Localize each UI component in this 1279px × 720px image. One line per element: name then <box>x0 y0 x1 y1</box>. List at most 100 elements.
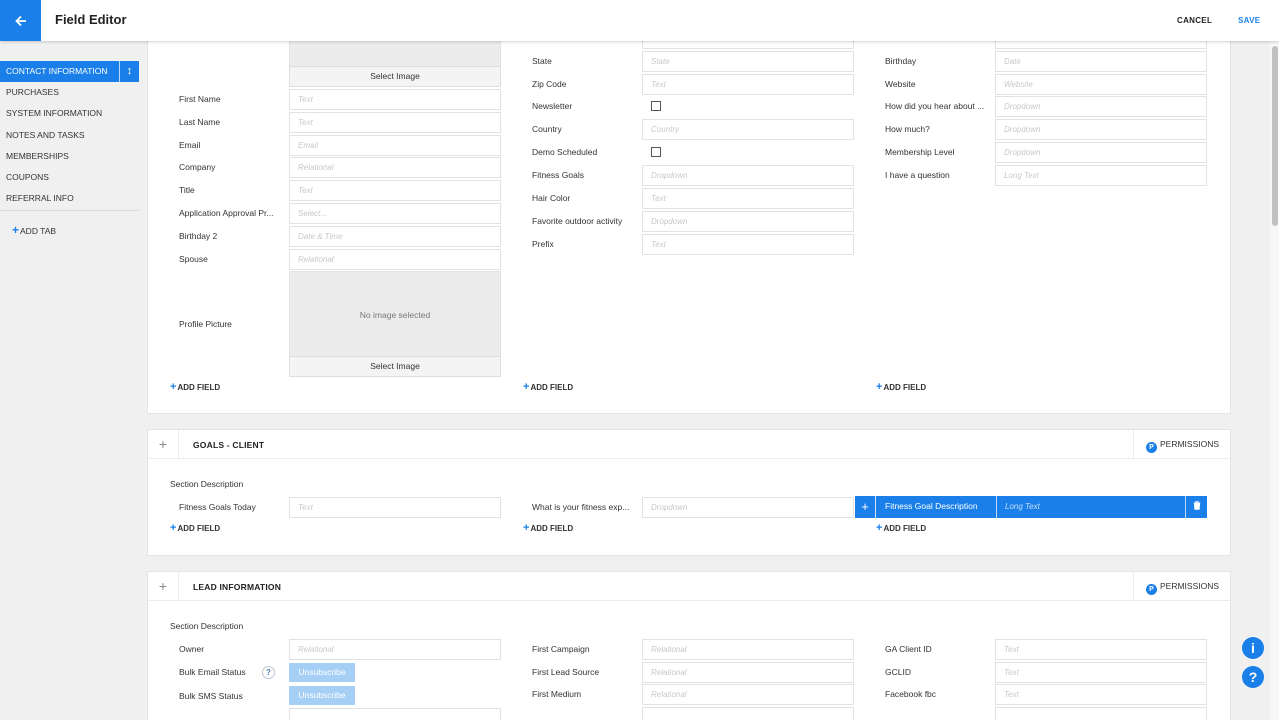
zip-code-field[interactable]: Text <box>642 74 854 95</box>
fitness-goals-today-field[interactable]: Text <box>289 497 501 518</box>
add-icon[interactable]: + <box>855 496 876 518</box>
help-icon[interactable]: ? <box>1242 666 1264 688</box>
field-label: How much? <box>885 124 930 134</box>
membership-level-field[interactable]: Dropdown <box>995 142 1207 163</box>
drag-handle-icon[interactable]: + <box>148 430 179 458</box>
cancel-button[interactable]: CANCEL <box>1177 16 1212 25</box>
section-description[interactable]: Section Description <box>170 479 243 489</box>
select-image-button[interactable]: Select Image <box>289 356 501 377</box>
first-name-field[interactable]: Text <box>289 89 501 110</box>
section-lead-information: + LEAD INFORMATION P PERMISSIONS Section … <box>147 571 1231 720</box>
delete-icon[interactable] <box>1185 496 1207 518</box>
drag-handle-icon[interactable]: + <box>148 572 179 600</box>
field-label: Application Approval Pr... <box>179 208 274 218</box>
email-field[interactable]: Email <box>289 135 501 156</box>
first-campaign-field[interactable]: Relational <box>642 639 854 660</box>
unsubscribe-button[interactable]: Unsubscribe <box>289 663 355 682</box>
how-did-you-hear-field[interactable]: Dropdown <box>995 96 1207 117</box>
prefix-field[interactable]: Text <box>642 234 854 255</box>
website-field[interactable]: Website <box>995 74 1207 95</box>
section-contact-information: Select Image First Name Text Last Name T… <box>147 30 1231 414</box>
field-label: GA Client ID <box>885 644 932 654</box>
application-approval-field[interactable]: Select... <box>289 203 501 224</box>
title-field[interactable]: Text <box>289 180 501 201</box>
save-button[interactable]: SAVE <box>1238 16 1260 25</box>
birthday-2-field[interactable]: Date & Time <box>289 226 501 247</box>
add-field-button[interactable]: +ADD FIELD <box>523 381 573 393</box>
section-description[interactable]: Section Description <box>170 621 243 631</box>
fitness-goal-description-field[interactable]: Long Text <box>996 496 1185 518</box>
text-field[interactable] <box>642 707 854 720</box>
page-title: Field Editor <box>55 12 127 27</box>
info-icon[interactable]: i <box>1242 637 1264 659</box>
sidebar-item-contact-information[interactable]: CONTACT INFORMATION ↕ <box>0 61 139 82</box>
favorite-outdoor-activity-field[interactable]: Dropdown <box>642 211 854 232</box>
sidebar-item-memberships[interactable]: MEMBERSHIPS <box>0 146 139 167</box>
reorder-icon[interactable]: ↕ <box>119 61 139 82</box>
sidebar-item-coupons[interactable]: COUPONS <box>0 167 139 188</box>
last-name-field[interactable]: Text <box>289 112 501 133</box>
field-label: Company <box>179 162 216 172</box>
selected-field-row[interactable]: + Fitness Goal Description Long Text <box>855 496 1207 518</box>
demo-scheduled-checkbox[interactable] <box>651 147 661 157</box>
ga-client-id-field[interactable]: Text <box>995 639 1207 660</box>
first-lead-source-field[interactable]: Relational <box>642 662 854 683</box>
permissions-button[interactable]: P PERMISSIONS <box>1133 572 1230 600</box>
sidebar-item-system-information[interactable]: SYSTEM INFORMATION <box>0 103 139 124</box>
add-field-button[interactable]: +ADD FIELD <box>876 522 926 534</box>
field-label: Membership Level <box>885 147 955 157</box>
fitness-experience-field[interactable]: Dropdown <box>642 497 854 518</box>
scrollbar-thumb[interactable] <box>1272 46 1278 226</box>
field-label: Bulk SMS Status <box>179 691 243 701</box>
sidebar-item-referral-info[interactable]: REFERRAL INFO <box>0 188 139 209</box>
sidebar-item-purchases[interactable]: PURCHASES <box>0 82 139 103</box>
text-field[interactable] <box>995 707 1207 720</box>
add-field-button[interactable]: +ADD FIELD <box>876 381 926 393</box>
help-icon[interactable]: ? <box>262 666 275 679</box>
sidebar-item-notes-and-tasks[interactable]: NOTES AND TASKS <box>0 125 139 146</box>
field-label: Bulk Email Status <box>179 667 246 677</box>
field-label: Profile Picture <box>179 319 232 329</box>
sidebar: CONTACT INFORMATION ↕ PURCHASES SYSTEM I… <box>0 41 139 720</box>
country-field[interactable]: Country <box>642 119 854 140</box>
divider <box>0 210 139 211</box>
permissions-icon: P <box>1146 584 1157 595</box>
section-title: GOALS - CLIENT <box>193 440 265 450</box>
field-label: Fitness Goals Today <box>179 502 256 512</box>
add-tab-button[interactable]: +ADD TAB <box>12 223 56 237</box>
question-field[interactable]: Long Text <box>995 165 1207 186</box>
plus-icon: + <box>876 381 883 393</box>
sidebar-item-label: CONTACT INFORMATION <box>6 66 108 76</box>
field-label: State <box>532 56 552 66</box>
facebook-fbc-field[interactable]: Text <box>995 684 1207 705</box>
field-label: First Medium <box>532 689 582 699</box>
field-label: How did you hear about ... <box>885 101 985 111</box>
company-field[interactable]: Relational <box>289 157 501 178</box>
spouse-field[interactable]: Relational <box>289 249 501 270</box>
field-label: Newsletter <box>532 101 573 111</box>
permissions-button[interactable]: P PERMISSIONS <box>1133 430 1230 458</box>
birthday-field[interactable]: Date <box>995 51 1207 72</box>
owner-field[interactable]: Relational <box>289 639 501 660</box>
unsubscribe-button[interactable]: Unsubscribe <box>289 686 355 705</box>
newsletter-checkbox[interactable] <box>651 101 661 111</box>
add-field-button[interactable]: +ADD FIELD <box>170 522 220 534</box>
select-image-button[interactable]: Select Image <box>289 66 501 87</box>
back-arrow-icon <box>14 15 26 26</box>
add-field-button[interactable]: +ADD FIELD <box>170 381 220 393</box>
field-label: What is your fitness exp... <box>532 502 630 512</box>
fitness-goals-field[interactable]: Dropdown <box>642 165 854 186</box>
back-button[interactable] <box>0 0 41 41</box>
hair-color-field[interactable]: Text <box>642 188 854 209</box>
plus-icon: + <box>876 522 883 534</box>
field-label: GCLID <box>885 667 911 677</box>
section-title: LEAD INFORMATION <box>193 582 282 592</box>
first-medium-field[interactable]: Relational <box>642 684 854 705</box>
how-much-field[interactable]: Dropdown <box>995 119 1207 140</box>
state-field[interactable]: State <box>642 51 854 72</box>
text-field[interactable] <box>289 708 501 720</box>
field-label: Hair Color <box>532 193 571 203</box>
field-label: Spouse <box>179 254 208 264</box>
add-field-button[interactable]: +ADD FIELD <box>523 522 573 534</box>
gclid-field[interactable]: Text <box>995 662 1207 683</box>
